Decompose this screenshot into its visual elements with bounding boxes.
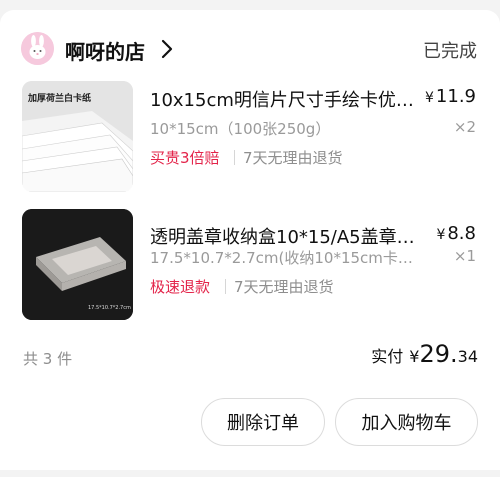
promise-tag-2: 极速退款: [150, 278, 211, 296]
currency-symbol: ¥: [409, 347, 420, 366]
total-integer: 29.: [419, 340, 458, 368]
currency-symbol: ¥: [425, 90, 434, 106]
product-thumbnail-1[interactable]: 加厚荷兰白卡纸: [22, 81, 133, 192]
total-label: 实付: [371, 347, 404, 366]
order-status: 已完成: [423, 41, 477, 62]
delete-order-button[interactable]: 删除订单: [201, 398, 325, 446]
total-decimal: 34: [457, 347, 478, 366]
item-spec-2[interactable]: 17.5*10.7*2.7cm(收纳10*15cm卡片)…: [150, 247, 422, 268]
shop-header[interactable]: 啊呀的店 已完成: [0, 10, 500, 78]
item-title-2[interactable]: 透明盖章收纳盒10*15/A5盖章…: [150, 223, 426, 249]
product-thumbnail-2[interactable]: 17.5*10.7*2.7cm: [22, 209, 133, 320]
item-price-1: ¥11.9: [425, 86, 476, 107]
item-qty-1: ×2: [453, 118, 476, 136]
return-policy-tag-2: 7天无理由退货: [234, 278, 334, 296]
price-value: 11.9: [435, 86, 476, 107]
price-value: 8.8: [447, 223, 476, 244]
thumbnail-caption: 加厚荷兰白卡纸: [28, 94, 92, 104]
return-policy-tag-1: 7天无理由退货: [243, 149, 343, 167]
shop-name[interactable]: 啊呀的店: [65, 36, 145, 65]
item-qty-2: ×1: [453, 247, 476, 265]
bunny-avatar-icon: [21, 32, 54, 65]
tag-divider: [225, 279, 226, 294]
order-card: 啊呀的店 已完成 加厚荷兰白卡纸 10x15cm明信片尺寸手绘卡优… ¥11.9…: [0, 10, 500, 470]
currency-symbol: ¥: [436, 227, 446, 243]
item-price-2: ¥8.8: [436, 223, 476, 244]
total-paid: 实付 ¥29.34: [371, 340, 478, 368]
add-to-cart-button[interactable]: 加入购物车: [335, 398, 478, 446]
thumbnail-caption: 17.5*10.7*2.7cm: [88, 305, 131, 311]
tag-divider: [234, 150, 235, 165]
item-count: 共 3 件: [23, 350, 73, 368]
chevron-right-icon[interactable]: [156, 38, 178, 60]
promise-tag-1: 买贵3倍赔: [150, 149, 220, 167]
item-title-1[interactable]: 10x15cm明信片尺寸手绘卡优…: [150, 86, 426, 112]
item-spec-1[interactable]: 10*15cm（100张250g）: [150, 118, 422, 139]
